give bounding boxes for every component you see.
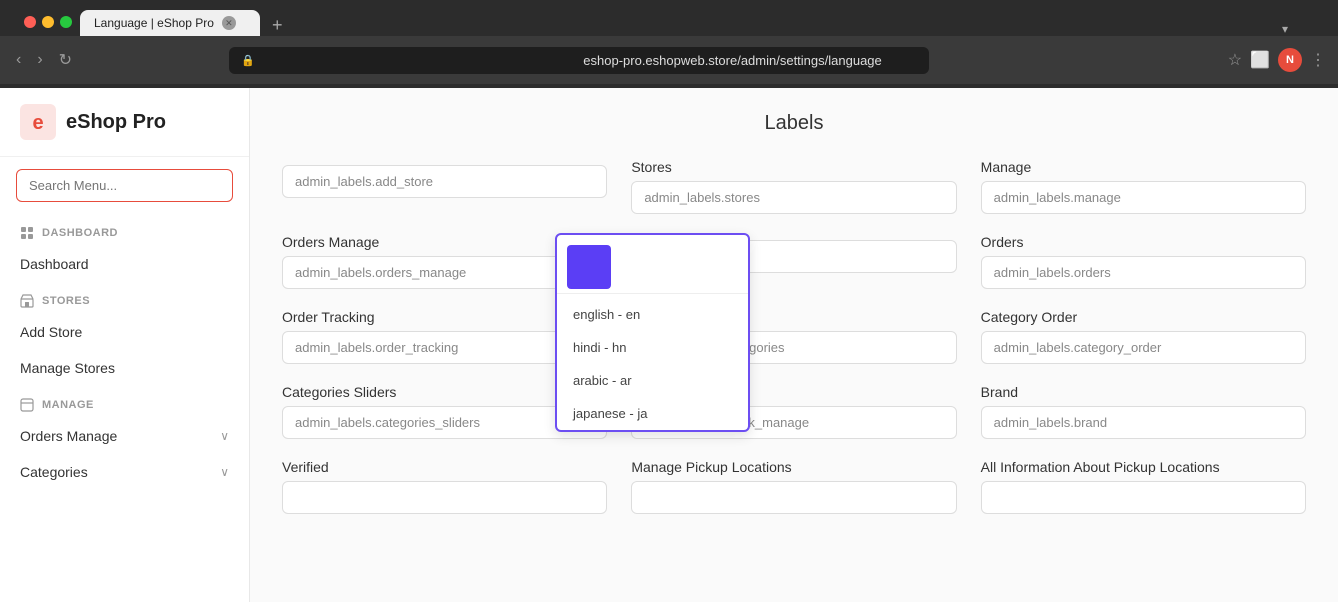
dashboard-section-icon	[20, 226, 34, 240]
manage-section-icon	[20, 398, 34, 412]
new-tab-button[interactable]: +	[264, 15, 291, 36]
menu-button[interactable]: ⋮	[1310, 50, 1326, 70]
label-input-orders[interactable]	[981, 256, 1306, 289]
label-input-stores[interactable]	[631, 181, 956, 214]
logo-text: eShop Pro	[66, 111, 166, 134]
language-dropdown[interactable]: english - en hindi - hn arabic - ar japa…	[555, 233, 750, 432]
labels-grid: Stores Manage Orders Manage Orders	[282, 159, 1306, 514]
page-title: Labels	[282, 112, 1306, 135]
sidebar: e eShop Pro DASHBOARD Dashboard	[0, 88, 250, 602]
active-tab[interactable]: Language | eShop Pro ✕	[80, 10, 260, 36]
dropdown-option-hindi[interactable]: hindi - hn	[557, 331, 748, 364]
sidebar-item-orders-manage[interactable]: Orders Manage ∨	[0, 418, 249, 454]
logo-icon: e	[20, 104, 56, 140]
label-input-verified[interactable]	[282, 481, 607, 514]
url-text: eshop-pro.eshopweb.store/admin/settings/…	[583, 53, 917, 68]
sidebar-logo: e eShop Pro	[0, 88, 249, 157]
label-heading-manage: Manage	[981, 159, 1306, 175]
forward-button[interactable]: ›	[33, 47, 46, 73]
address-bar[interactable]: 🔒 eshop-pro.eshopweb.store/admin/setting…	[229, 47, 929, 74]
label-heading-pickup-locations: Manage Pickup Locations	[631, 459, 956, 475]
orders-manage-chevron: ∨	[220, 429, 229, 443]
search-menu-input[interactable]	[16, 169, 233, 202]
sidebar-item-dashboard[interactable]: Dashboard	[0, 246, 249, 282]
nav-section-dashboard: DASHBOARD	[0, 214, 249, 246]
profile-avatar[interactable]: N	[1278, 48, 1302, 72]
nav-section-stores: STORES	[0, 282, 249, 314]
stores-section-icon	[20, 294, 34, 308]
label-group-brand: Brand	[981, 384, 1306, 439]
dropdown-divider	[557, 293, 748, 294]
extension-button[interactable]: ⬜	[1250, 50, 1270, 70]
main-content: Labels Stores Manage Orders Manage	[250, 88, 1338, 602]
sidebar-item-categories[interactable]: Categories ∨	[0, 454, 249, 490]
label-heading-brand: Brand	[981, 384, 1306, 400]
nav-section-manage: MANAGE	[0, 386, 249, 418]
label-group-0	[282, 159, 607, 214]
tab-dropdown-icon[interactable]: ▾	[1282, 22, 1288, 36]
label-group-manage: Manage	[981, 159, 1306, 214]
label-heading-category-order: Category Order	[981, 309, 1306, 325]
dropdown-option-japanese[interactable]: japanese - ja	[557, 397, 748, 430]
label-heading-verified: Verified	[282, 459, 607, 475]
bookmark-button[interactable]: ☆	[1228, 50, 1242, 70]
svg-text:e: e	[32, 112, 43, 134]
dropdown-option-english[interactable]: english - en	[557, 298, 748, 331]
dropdown-option-arabic[interactable]: arabic - ar	[557, 364, 748, 397]
label-input-all-pickup-info[interactable]	[981, 481, 1306, 514]
label-heading-stores: Stores	[631, 159, 956, 175]
sidebar-item-add-store[interactable]: Add Store	[0, 314, 249, 350]
sidebar-item-manage-stores[interactable]: Manage Stores	[0, 350, 249, 386]
tab-close-button[interactable]: ✕	[222, 16, 236, 30]
label-input-brand[interactable]	[981, 406, 1306, 439]
back-button[interactable]: ‹	[12, 47, 25, 73]
label-input-pickup-locations[interactable]	[631, 481, 956, 514]
label-input-manage[interactable]	[981, 181, 1306, 214]
tab-title: Language | eShop Pro	[94, 16, 214, 30]
label-input-category-order[interactable]	[981, 331, 1306, 364]
label-group-orders: Orders	[981, 234, 1306, 289]
dropdown-color-swatch[interactable]	[567, 245, 611, 289]
label-heading-all-pickup-info: All Information About Pickup Locations	[981, 459, 1306, 475]
label-heading-orders: Orders	[981, 234, 1306, 250]
label-group-verified: Verified	[282, 459, 607, 514]
label-group-category-order: Category Order	[981, 309, 1306, 364]
label-group-stores: Stores	[631, 159, 956, 214]
label-group-pickup-locations: Manage Pickup Locations	[631, 459, 956, 514]
categories-chevron: ∨	[220, 465, 229, 479]
reload-button[interactable]: ↻	[55, 46, 76, 74]
label-group-all-pickup-info: All Information About Pickup Locations	[981, 459, 1306, 514]
label-input-0[interactable]	[282, 165, 607, 198]
